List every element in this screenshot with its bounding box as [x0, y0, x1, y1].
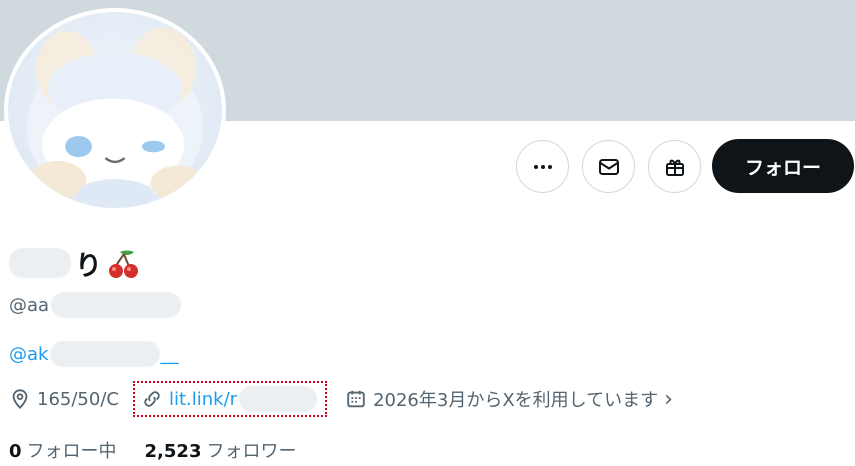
location-text: 165/50/C [37, 388, 119, 410]
following-link[interactable]: 0 フォロー中 [9, 437, 117, 463]
following-count: 0 [9, 441, 22, 462]
followers-count: 2,523 [144, 441, 202, 462]
handle-text: @aa [9, 294, 50, 316]
redacted-handle [51, 292, 182, 318]
follow-stats: 0 フォロー中 2,523 フォロワー [9, 436, 296, 464]
message-button[interactable] [582, 140, 635, 193]
avatar-image [26, 27, 205, 208]
bio-mention-link[interactable]: @ak __ [9, 340, 178, 368]
gift-icon [665, 159, 684, 176]
bio-mention-suffix: __ [160, 343, 179, 365]
website-link[interactable]: lit.link/r [132, 381, 328, 417]
gift-button[interactable] [648, 140, 701, 193]
location: 165/50/C [9, 388, 119, 410]
profile-meta: 165/50/C lit.link/r 2026年3月からXを利用しています › [9, 381, 673, 417]
followers-link[interactable]: 2,523 フォロワー [145, 437, 297, 463]
more-icon [533, 164, 552, 169]
display-name-text: り [75, 250, 102, 282]
link-icon [144, 391, 160, 407]
website-text: lit.link/r [168, 388, 238, 410]
cherry-emoji-icon [109, 250, 138, 278]
calendar-icon [347, 390, 365, 408]
handle: @aa [9, 291, 182, 319]
avatar[interactable] [4, 8, 226, 212]
more-button[interactable] [516, 140, 569, 193]
follow-button[interactable]: フォロー [712, 139, 854, 193]
joined-date: 2026年3月からXを利用しています › [345, 386, 673, 412]
display-name: り [9, 243, 140, 283]
bio-mention-prefix: @ak [9, 343, 49, 365]
redacted-website [239, 386, 318, 412]
redacted-name [9, 248, 71, 278]
location-pin-icon [12, 389, 28, 410]
mail-icon [598, 158, 619, 175]
joined-text: 2026年3月からXを利用しています [373, 390, 659, 411]
following-label: フォロー中 [26, 441, 117, 462]
followers-label: フォロワー [206, 441, 297, 462]
redacted-mention [50, 341, 161, 367]
chevron-right-icon[interactable]: › [664, 387, 673, 412]
